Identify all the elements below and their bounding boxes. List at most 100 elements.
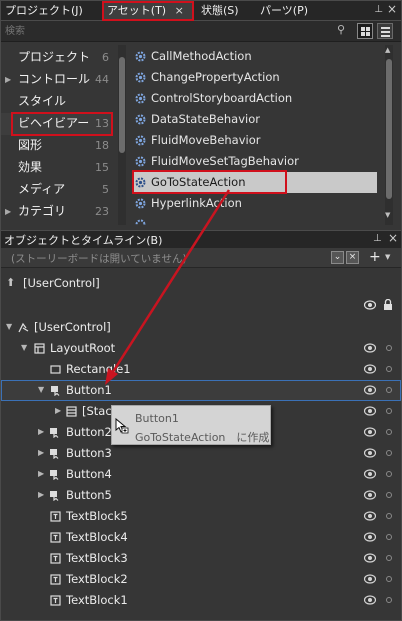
textblock-icon [50,553,61,564]
category-media[interactable]: メディア 5 [1,179,113,201]
storyboard-dropdown-icon[interactable]: ⌄ [331,251,344,264]
expand-arrow-icon[interactable]: ▶ [55,401,61,421]
tree-row-button4[interactable]: ▶ Button4 [1,464,401,485]
category-scrollbar[interactable] [118,45,126,225]
collapse-arrow-icon[interactable]: ▼ [21,338,27,358]
eye-icon[interactable] [364,300,376,310]
tree-row-textblock5[interactable]: TextBlock5 [1,506,401,527]
lock-icon[interactable] [383,299,393,311]
tree-row-rectangle1[interactable]: Rectangle1 [1,359,401,380]
behavior-label: ChangePropertyAction [151,70,280,84]
tree-row-textblock3[interactable]: TextBlock3 [1,548,401,569]
add-storyboard-icon[interactable]: + [369,249,381,265]
scroll-down-arrow-icon[interactable]: ▼ [385,211,390,219]
drag-cursor-icon [115,417,129,434]
tree-row-textblock2[interactable]: TextBlock2 [1,569,401,590]
tab-assets[interactable]: アセット(T) × [104,2,192,20]
behavior-item[interactable]: CallMethodAction [133,46,377,67]
scrollbar-thumb[interactable] [386,59,392,199]
behavior-item[interactable]: FluidMoveBehavior [133,130,377,151]
eye-icon[interactable] [364,511,376,521]
tree-row-button5[interactable]: ▶ Button5 [1,485,401,506]
eye-icon[interactable] [364,595,376,605]
lock-dot-icon[interactable] [386,597,392,603]
behavior-item[interactable]: HyperlinkAction [133,193,377,214]
eye-icon[interactable] [364,385,376,395]
search-icon[interactable]: ⚲ [337,23,345,36]
behavior-item[interactable]: DataStateBehavior [133,109,377,130]
lock-dot-icon[interactable] [386,555,392,561]
scroll-up-arrow-icon[interactable]: ▲ [385,46,390,54]
tree-row-usercontrol[interactable]: ▼ [UserControl] [1,317,401,338]
chevron-down-icon[interactable]: ▼ [385,253,390,261]
category-categories[interactable]: ▶ カテゴリ 23 [1,201,113,223]
storyboard-close-icon[interactable]: × [346,251,359,264]
collapse-arrow-icon[interactable]: ▼ [6,317,12,337]
category-label: カテゴリ [18,204,67,218]
eye-icon[interactable] [364,532,376,542]
lock-dot-icon[interactable] [386,408,392,414]
tab-states[interactable]: 状態(S) [198,2,242,20]
tab-parts[interactable]: パーツ(P) [257,2,311,20]
category-effects[interactable]: 効果 15 [1,157,113,179]
behavior-gear-icon [135,135,146,146]
lock-dot-icon[interactable] [386,492,392,498]
pin-icon[interactable]: ⊥ [374,4,383,15]
eye-icon[interactable] [364,364,376,374]
tree-row-button1[interactable]: ▼ Button1 [1,380,401,401]
lock-dot-icon[interactable] [386,534,392,540]
collapse-arrow-icon[interactable]: ▼ [38,380,44,400]
grid-view-button[interactable] [357,23,373,39]
close-icon[interactable]: × [175,4,184,17]
lock-dot-icon[interactable] [386,513,392,519]
panel-close-icon[interactable]: × [387,2,397,16]
tree-row-button3[interactable]: ▶ Button3 [1,443,401,464]
behavior-item-selected[interactable]: GoToStateAction [133,172,377,193]
behavior-item[interactable]: ChangePropertyAction [133,67,377,88]
eye-icon[interactable] [364,448,376,458]
lock-dot-icon[interactable] [386,576,392,582]
lock-dot-icon[interactable] [386,450,392,456]
lock-dot-icon[interactable] [386,471,392,477]
asset-search-input[interactable] [3,23,333,39]
eye-icon[interactable] [364,553,376,563]
panel-close-icon[interactable]: × [388,231,398,245]
expand-arrow-icon[interactable]: ▶ [38,422,44,442]
tab-project[interactable]: プロジェクト(J) [2,2,86,20]
eye-icon[interactable] [364,490,376,500]
behavior-item[interactable]: ControlStoryboardAction [133,88,377,109]
expand-arrow-icon[interactable]: ▶ [38,464,44,484]
eye-icon[interactable] [364,406,376,416]
eye-icon[interactable] [364,427,376,437]
lock-dot-icon[interactable] [386,429,392,435]
tree-label: Button3 [66,446,112,460]
button-icon [50,428,59,438]
expand-arrow-icon[interactable]: ▶ [5,201,11,222]
eye-icon[interactable] [364,469,376,479]
expand-arrow-icon[interactable]: ▶ [5,69,11,90]
expand-arrow-icon[interactable]: ▶ [38,443,44,463]
behavior-scrollbar[interactable]: ▲ ▼ [385,45,393,225]
behavior-gear-icon [135,177,146,188]
scrollbar-thumb[interactable] [119,57,125,153]
tree-row-textblock4[interactable]: TextBlock4 [1,527,401,548]
lock-dot-icon[interactable] [386,366,392,372]
expand-arrow-icon[interactable]: ▶ [38,485,44,505]
category-project[interactable]: プロジェクト 6 [1,47,113,69]
scope-up-icon[interactable]: ⬆ [6,273,15,293]
scope-row[interactable]: ⬆ [UserControl] [1,273,401,294]
eye-icon[interactable] [364,574,376,584]
tree-row-layoutroot[interactable]: ▼ LayoutRoot [1,338,401,359]
category-controls[interactable]: ▶ コントロール 44 [1,69,113,91]
category-styles[interactable]: スタイル [1,91,113,113]
category-shapes[interactable]: 図形 18 [1,135,113,157]
behavior-item[interactable]: FluidMoveSetTagBehavior [133,151,377,172]
lock-dot-icon[interactable] [386,387,392,393]
category-behaviors[interactable]: ビヘイビアー 13 [1,113,113,135]
lock-dot-icon[interactable] [386,345,392,351]
eye-icon[interactable] [364,343,376,353]
pin-icon[interactable]: ⊥ [373,233,382,244]
tree-row-textblock1[interactable]: TextBlock1 [1,590,401,611]
behavior-gear-icon [135,51,146,62]
list-view-button[interactable] [377,23,393,39]
